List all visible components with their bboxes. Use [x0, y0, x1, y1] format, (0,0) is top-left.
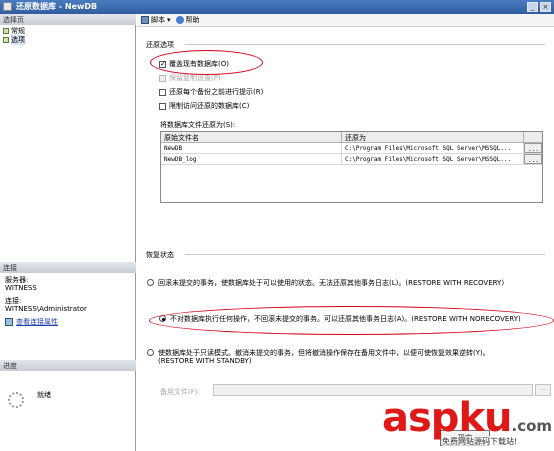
prompt-before-each-label: 还原每个备份之前进行提示(R) — [169, 88, 264, 96]
restore-options-title: 还原选项 — [146, 41, 174, 49]
window-title: 还原数据库 - NewDB — [16, 2, 98, 11]
progress-header: 进度 — [0, 360, 136, 371]
server-value: WITNESS — [5, 284, 37, 292]
file-grid-caption: 将数据库文件还原为(S): — [160, 121, 236, 129]
restrict-access-label: 限制访问还原的数据库(C) — [169, 102, 250, 110]
page-item-label: 选项 — [11, 34, 25, 45]
standby-file-label: 备用文件(F): — [160, 388, 200, 396]
prompt-before-each-checkbox[interactable]: 还原每个备份之前进行提示(R) — [159, 87, 263, 97]
column-header-restore-as[interactable]: 还原为 — [342, 132, 524, 142]
toolbar: 脚本 ▾ 帮助 — [137, 14, 554, 27]
connection-header: 连接 — [0, 262, 136, 273]
main-panel: 还原选项 覆盖现有数据库(O) 保留复制设置(P) 还原每个备份之前进行提示(R… — [137, 27, 554, 451]
checkbox-box[interactable] — [159, 74, 166, 82]
browse-button[interactable]: ... — [524, 143, 542, 153]
annotation-oval — [150, 50, 263, 75]
chevron-down-icon: ▾ — [167, 16, 171, 24]
left-panel: 选择页 常规 选项 连接 服务器: WITNESS 连接: WITNESS\Ad… — [0, 14, 136, 451]
radio-dot[interactable] — [147, 349, 154, 356]
annotation-oval — [149, 306, 554, 335]
watermark-logo: aspku.com 免费网站源码下载站! — [382, 398, 554, 451]
divider — [185, 44, 545, 45]
checkbox-box[interactable] — [159, 102, 166, 110]
page-list: 常规 选项 — [3, 26, 25, 45]
recovery-option-recovery[interactable]: 回滚未提交的事务，使数据库处于可以使用的状态。无法还原其他事务日志(L)。(RE… — [147, 279, 547, 287]
standby-browse-button[interactable]: ... — [535, 384, 551, 396]
progress-status: 就绪 — [37, 391, 51, 399]
divider — [185, 254, 545, 255]
table-row[interactable]: NewDB C:\Program Files\Microsoft SQL Ser… — [161, 143, 542, 154]
select-page-header: 选择页 — [0, 14, 136, 25]
connection-properties-icon — [5, 318, 13, 326]
original-file-cell[interactable]: NewDB — [161, 143, 342, 153]
grid-header: 原始文件名 还原为 — [161, 132, 542, 143]
page-item-options[interactable]: 选项 — [3, 34, 25, 45]
script-icon — [141, 16, 149, 24]
recovery-option-label: 使数据库处于只读模式。撤消未提交的事务，但将撤消操作保存在备用文件中，以便可使恢… — [158, 349, 490, 365]
restore-as-cell[interactable]: C:\Program Files\Microsoft SQL Server\MS… — [342, 143, 524, 153]
progress-spinner-icon — [8, 392, 24, 408]
server-label: 服务器: — [5, 276, 29, 284]
connection-value: WITNESS\Administrator — [5, 305, 87, 313]
view-connection-properties-link[interactable]: 查看连接属性 — [5, 318, 133, 326]
help-icon — [175, 16, 184, 24]
checkbox-box[interactable] — [159, 88, 166, 96]
help-button[interactable]: 帮助 — [175, 15, 200, 25]
window-title-bar[interactable]: 还原数据库 - NewDB _ × — [0, 0, 554, 14]
minimize-button[interactable]: _ — [527, 2, 538, 12]
restrict-access-checkbox[interactable]: 限制访问还原的数据库(C) — [159, 101, 249, 111]
table-row[interactable]: NewDB_log C:\Program Files\Microsoft SQL… — [161, 154, 542, 165]
browse-button[interactable]: ... — [524, 154, 542, 164]
script-button[interactable]: 脚本 ▾ — [141, 15, 171, 25]
connection-label: 连接: — [5, 297, 22, 305]
original-file-cell[interactable]: NewDB_log — [161, 154, 342, 164]
close-button[interactable]: × — [540, 2, 551, 12]
recovery-state-title: 恢复状态 — [146, 251, 174, 259]
view-connection-link-label: 查看连接属性 — [16, 318, 58, 326]
column-header-spacer — [524, 132, 542, 142]
script-label: 脚本 — [151, 16, 165, 24]
recovery-option-standby[interactable]: 使数据库处于只读模式。撤消未提交的事务，但将撤消操作保存在备用文件中，以便可使恢… — [147, 349, 507, 365]
radio-dot[interactable] — [147, 279, 154, 286]
recovery-option-label: 回滚未提交的事务，使数据库处于可以使用的状态。无法还原其他事务日志(L)。(RE… — [158, 279, 505, 287]
help-label: 帮助 — [185, 16, 200, 24]
watermark-subtitle: 免费网站源码下载站! — [442, 436, 518, 447]
page-icon — [3, 27, 9, 34]
connection-info: 服务器: WITNESS 连接: WITNESS\Administrator 查… — [5, 276, 133, 326]
database-icon — [3, 2, 12, 11]
restore-as-cell[interactable]: C:\Program Files\Microsoft SQL Server\MS… — [342, 154, 524, 164]
column-header-original[interactable]: 原始文件名 — [161, 132, 342, 142]
restore-files-grid: 原始文件名 还原为 NewDB C:\Program Files\Microso… — [160, 131, 543, 203]
page-icon — [3, 36, 9, 43]
